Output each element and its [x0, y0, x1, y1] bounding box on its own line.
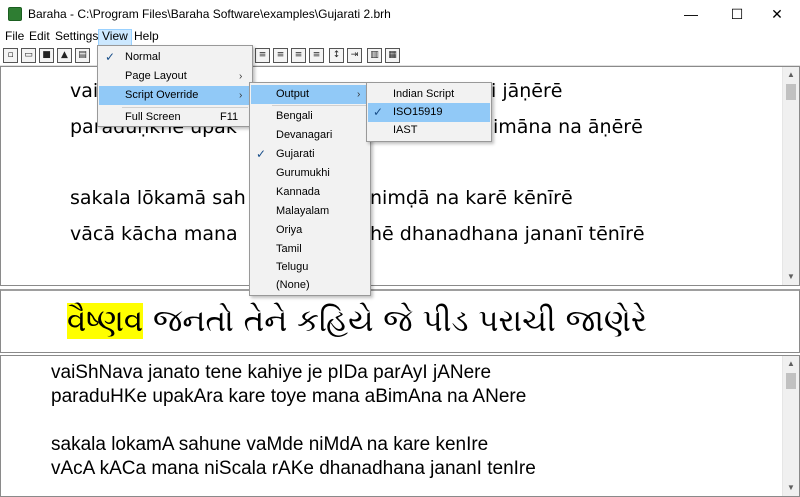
output-line-3-right: nimḍā na karē kēnīrē [370, 187, 573, 209]
menu-help[interactable]: Help [131, 29, 162, 46]
check-icon: ✓ [105, 50, 116, 64]
script-menu-gujarati[interactable]: ✓ Gujarati [251, 145, 369, 164]
view-menu-normal[interactable]: ✓ Normal [99, 48, 251, 67]
script-menu-output[interactable]: Output › [251, 85, 369, 104]
close-icon: ✕ [771, 5, 783, 22]
single-pane-icon[interactable]: ▥ [367, 48, 382, 63]
input-pane[interactable]: vaiShNava janato tene kahiye je pIDa par… [0, 355, 800, 497]
input-scrollbar[interactable]: ▲ ▼ [782, 356, 799, 496]
indent-icon[interactable]: ⇥ [347, 48, 362, 63]
input-line-1: vaiShNava janato tene kahiye je pIDa par… [51, 362, 492, 383]
minimize-icon: — [684, 6, 698, 22]
menu-file[interactable]: File [2, 29, 27, 46]
window-title: Baraha - C:\Program Files\Baraha Softwar… [28, 7, 391, 21]
maximize-icon: ☐ [730, 5, 744, 22]
save-icon[interactable]: ■ [39, 48, 54, 63]
output-line-3-left: sakala lōkamā sah [70, 187, 246, 209]
scroll-up-icon[interactable]: ▲ [783, 67, 799, 83]
new-icon[interactable]: ▫ [3, 48, 18, 63]
output-line-4-right: hē dhanadhana jananī tēnīrē [370, 223, 645, 245]
script-menu-telugu[interactable]: Telugu [251, 258, 369, 277]
output-line-2-right: imāna na āṇērē [493, 116, 643, 138]
shortcut-label: F11 [220, 111, 239, 123]
output-scrollbar[interactable]: ▲ ▼ [782, 67, 799, 285]
output-menu: Indian Script ✓ ISO15919 IAST [366, 82, 492, 142]
output-line-1-right: i jāṇērē [491, 80, 563, 102]
check-icon: ✓ [256, 147, 267, 161]
menu-separator [272, 105, 366, 106]
script-menu-oriya[interactable]: Oriya [251, 221, 369, 240]
split-pane-icon[interactable]: ▦ [385, 48, 400, 63]
submenu-arrow-icon: › [239, 71, 243, 82]
submenu-arrow-icon: › [357, 89, 361, 100]
script-pane[interactable]: વૈષ્ણવ જનતો તેને કહિયે જે પીડ પરાચી જાણે… [0, 289, 800, 353]
menu-settings[interactable]: Settings [52, 29, 101, 46]
view-menu-full-screen[interactable]: Full Screen F11 [99, 108, 251, 127]
input-line-3: sakala lokamA sahune vaMde niMdA na kare… [51, 434, 489, 455]
gujarati-line: વૈષ્ણવ જનતો તેને કહિયે જે પીડ પરાચી જાણે… [67, 303, 647, 340]
scroll-down-icon[interactable]: ▼ [783, 480, 799, 496]
view-menu-page-layout[interactable]: Page Layout › [99, 67, 251, 86]
output-line-1-left: vai [70, 80, 99, 102]
script-menu-devanagari[interactable]: Devanagari [251, 126, 369, 145]
script-override-menu: Output › Bengali Devanagari ✓ Gujarati G… [249, 82, 371, 296]
output-menu-indian-script[interactable]: Indian Script [368, 85, 490, 104]
upload-icon[interactable]: ▲ [57, 48, 72, 63]
menu-view[interactable]: View [98, 29, 132, 46]
gujarati-line-rest: જનતો તેને કહિયે જે પીડ પરાચી જાણેરે [143, 303, 647, 339]
menu-edit[interactable]: Edit [26, 29, 53, 46]
align-right-icon[interactable]: ≡ [291, 48, 306, 63]
minimize-button[interactable]: — [668, 0, 714, 28]
input-line-4: vAcA kACa mana niScala rAKe dhanadhana j… [51, 458, 536, 479]
output-menu-iast[interactable]: IAST [368, 121, 490, 140]
baraha-app-icon [8, 7, 22, 21]
script-menu-bengali[interactable]: Bengali [251, 107, 369, 126]
scroll-thumb[interactable] [786, 84, 796, 100]
check-icon: ✓ [373, 105, 384, 119]
title-bar: Baraha - C:\Program Files\Baraha Softwar… [0, 0, 800, 28]
script-menu-malayalam[interactable]: Malayalam [251, 202, 369, 221]
justify-icon[interactable]: ≡ [309, 48, 324, 63]
output-line-4-left: vācā kācha mana [70, 223, 238, 245]
print-icon[interactable]: ▤ [75, 48, 90, 63]
script-menu-tamil[interactable]: Tamil [251, 240, 369, 259]
scroll-down-icon[interactable]: ▼ [783, 269, 799, 285]
align-left-icon[interactable]: ≡ [255, 48, 270, 63]
highlighted-word: વૈષ્ણવ [67, 303, 144, 339]
menu-bar: File Edit Settings View Help [0, 28, 800, 46]
view-menu-script-override[interactable]: Script Override › [99, 86, 251, 105]
line-spacing-icon[interactable]: ↕ [329, 48, 344, 63]
output-menu-iso15919[interactable]: ✓ ISO15919 [368, 103, 490, 122]
input-line-2: paraduHKe upakAra kare toye mana aBimAna… [51, 386, 527, 407]
close-button[interactable]: ✕ [754, 0, 800, 28]
submenu-arrow-icon: › [239, 90, 243, 101]
view-menu: ✓ Normal Page Layout › Script Override ›… [97, 45, 253, 127]
scroll-thumb[interactable] [786, 373, 796, 389]
open-icon[interactable]: ▭ [21, 48, 36, 63]
script-menu-kannada[interactable]: Kannada [251, 183, 369, 202]
script-menu-gurumukhi[interactable]: Gurumukhi [251, 164, 369, 183]
scroll-up-icon[interactable]: ▲ [783, 356, 799, 372]
script-menu-none[interactable]: (None) [251, 276, 369, 295]
align-center-icon[interactable]: ≡ [273, 48, 288, 63]
